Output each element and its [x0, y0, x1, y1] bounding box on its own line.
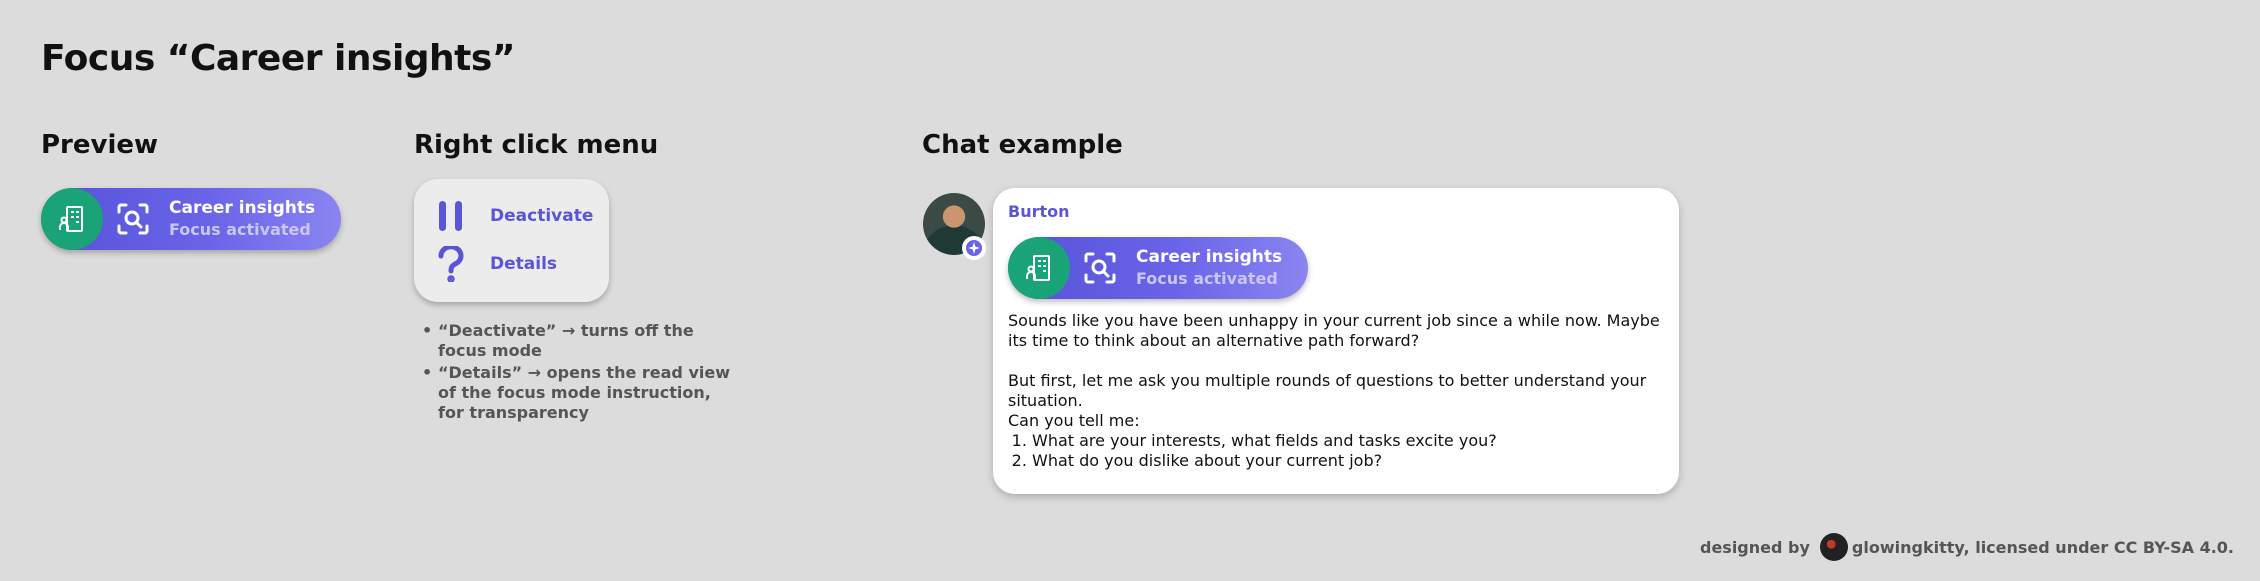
page-title: Focus “Career insights” [41, 38, 515, 79]
menu-item-details[interactable]: Details [436, 246, 558, 282]
focus-pill-title: Career insights [169, 198, 316, 218]
section-title-chat-example: Chat example [922, 130, 1123, 160]
chat-paragraph: But first, let me ask you multiple round… [1008, 371, 1647, 410]
footer-prefix: designed by [1699, 537, 1810, 557]
note-item: “Details” → opens the read view of the f… [422, 363, 742, 423]
focus-pill-preview[interactable]: Career insights Focus activated [41, 188, 341, 250]
focus-pill-title: Career insights [1136, 247, 1283, 267]
footer-credit: designed by glowingkitty, licensed under… [1700, 533, 2234, 561]
section-title-right-click-menu: Right click menu [414, 130, 659, 160]
pause-icon [436, 199, 476, 233]
focus-pill-status: Focus activated [1136, 269, 1278, 288]
chat-paragraph: Sounds like you have been unhappy in you… [1008, 311, 1660, 350]
ai-badge-icon [962, 236, 986, 260]
chat-sender: Burton [1008, 202, 1070, 221]
chat-paragraph: Can you tell me: [1008, 411, 1140, 430]
focus-pill-status: Focus activated [169, 220, 311, 239]
focus-pill-chat[interactable]: Career insights Focus activated [1008, 237, 1308, 299]
question-list: What are your interests, what fields and… [1032, 431, 1668, 471]
list-item: What do you dislike about your current j… [1032, 451, 1668, 471]
context-menu: Deactivate Details [414, 179, 609, 302]
chat-message: Sounds like you have been unhappy in you… [1008, 311, 1668, 471]
building-person-icon [1008, 237, 1070, 299]
menu-item-deactivate-label: Deactivate [490, 206, 594, 226]
chat-card: Burton Career insights Focus activated S… [993, 188, 1679, 494]
footer-credit-text: glowingkitty, licensed under CC BY-SA 4.… [1851, 537, 2234, 557]
menu-item-details-label: Details [490, 254, 558, 274]
list-item: What are your interests, what fields and… [1032, 431, 1668, 451]
question-icon [436, 246, 476, 282]
scan-search-icon [113, 199, 153, 239]
menu-item-deactivate[interactable]: Deactivate [436, 199, 593, 233]
section-title-preview: Preview [41, 130, 159, 160]
scan-search-icon [1080, 248, 1120, 288]
building-person-icon [41, 188, 103, 250]
menu-notes: “Deactivate” → turns off the focus mode … [422, 321, 742, 425]
designer-avatar [1819, 533, 1848, 561]
note-item: “Deactivate” → turns off the focus mode [422, 321, 742, 361]
